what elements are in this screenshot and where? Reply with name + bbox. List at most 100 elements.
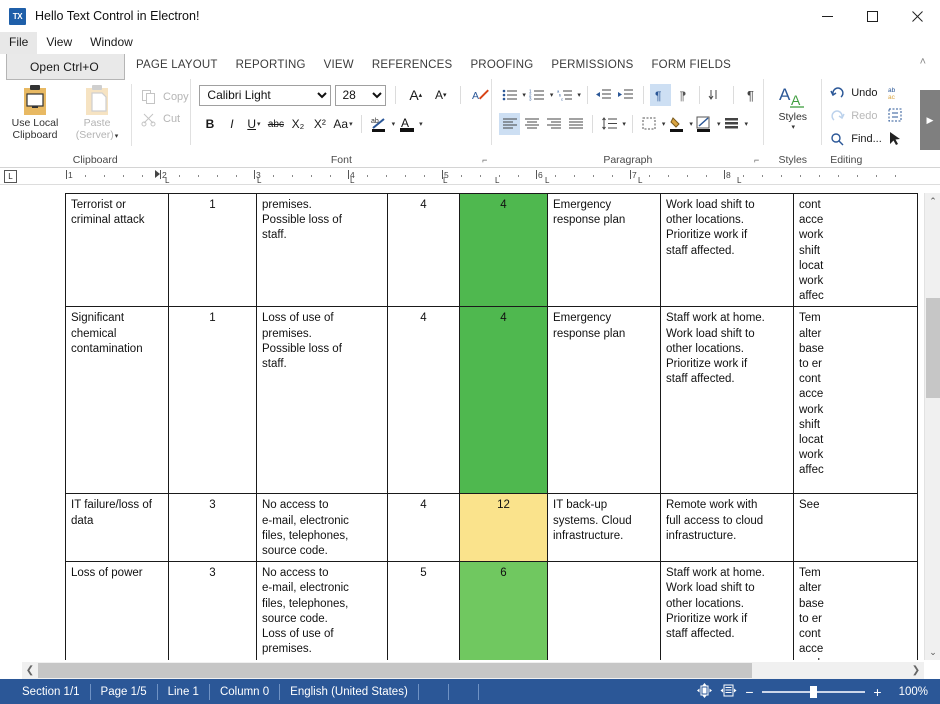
cell-severity[interactable]: 5	[387, 561, 460, 660]
font-size-select[interactable]: 28	[334, 84, 387, 106]
vertical-scrollbar-thumb[interactable]	[926, 298, 940, 398]
cell-severity[interactable]: 4	[387, 193, 460, 308]
numbered-list-button[interactable]: 123	[527, 84, 548, 106]
tab-stop-marker-icon[interactable]: L	[638, 177, 642, 185]
cell-recovery[interactable]: Staff work at home. Work load shift to o…	[660, 306, 794, 495]
increase-indent-button[interactable]	[616, 84, 637, 106]
cell-notes[interactable]: cont acce work shift locat work affec	[793, 193, 918, 308]
cut-button[interactable]: Cut	[141, 108, 189, 130]
align-left-button[interactable]	[499, 113, 521, 135]
chevron-down-icon[interactable]: ▾	[792, 123, 796, 131]
superscript-button[interactable]: X²	[309, 113, 330, 135]
zoom-slider[interactable]	[762, 685, 865, 698]
shrink-font-button[interactable]: A ▾	[430, 84, 451, 106]
cell-recovery[interactable]: Staff work at home. Work load shift to o…	[660, 561, 794, 660]
select-objects-button[interactable]	[888, 128, 905, 150]
cell-likelihood[interactable]: 1	[168, 193, 257, 308]
chevron-down-icon[interactable]: ▾	[550, 91, 554, 99]
italic-button[interactable]: I	[221, 113, 242, 135]
strikethrough-button[interactable]: abc	[265, 113, 286, 135]
cell-control[interactable]: Emergency response plan	[547, 306, 661, 495]
tab-stop-selector-icon[interactable]: L	[4, 170, 17, 183]
cell-hazard[interactable]: Loss of power	[65, 561, 169, 660]
cell-notes[interactable]: Tem alter base to er cont acce work shif…	[793, 561, 918, 660]
tab-stop-marker-icon[interactable]: L	[350, 177, 354, 185]
line-spacing-button[interactable]	[599, 113, 620, 135]
font-dialog-launcher-icon[interactable]: ⌐	[482, 155, 487, 165]
chevron-down-icon[interactable]: ▾	[522, 91, 526, 99]
subscript-button[interactable]: X₂	[287, 113, 308, 135]
text-highlight-color-button[interactable]: ab	[368, 113, 390, 135]
tab-form-fields[interactable]: FORM FIELDS	[642, 59, 740, 71]
bullet-list-button[interactable]	[499, 84, 520, 106]
undo-button[interactable]: Undo	[830, 82, 882, 104]
cell-recovery[interactable]: Remote work with full access to cloud in…	[660, 493, 794, 563]
replace-button[interactable]: ab ac	[888, 82, 905, 104]
menu-file[interactable]: File	[0, 32, 38, 54]
styles-button[interactable]: A A Styles ▾	[764, 76, 821, 131]
cell-recovery[interactable]: Work load shift to other locations. Prio…	[660, 193, 794, 308]
table-row[interactable]: Loss of power 3 No access to e-mail, ele…	[65, 561, 918, 660]
align-center-button[interactable]	[521, 113, 542, 135]
tab-stop-marker-icon[interactable]: L	[165, 177, 169, 185]
horizontal-scrollbar[interactable]: ❮ ❯	[22, 662, 924, 679]
align-right-button[interactable]	[543, 113, 564, 135]
underline-button[interactable]: U ▾	[243, 113, 264, 135]
font-color-button[interactable]: A	[396, 113, 417, 135]
ltr-text-direction-button[interactable]: ¶	[649, 84, 671, 106]
maximize-icon[interactable]	[850, 0, 895, 32]
vertical-scrollbar[interactable]: ⌃ ⌄	[924, 193, 940, 660]
editing-flyout-arrow-icon[interactable]: ▶	[920, 90, 940, 150]
redo-button[interactable]: Redo	[830, 105, 882, 127]
status-section[interactable]: Section 1/1	[12, 683, 91, 700]
tab-stop-marker-icon[interactable]: L	[737, 177, 741, 185]
cell-hazard[interactable]: IT failure/loss of data	[65, 493, 169, 563]
minimize-icon[interactable]	[805, 0, 850, 32]
cell-impact[interactable]: premises. Possible loss of staff.	[256, 193, 388, 308]
use-local-clipboard-button[interactable]: Use Local Clipboard	[4, 80, 66, 146]
table-row[interactable]: IT failure/loss of data 3 No access to e…	[65, 493, 918, 563]
tab-view[interactable]: VIEW	[315, 59, 363, 71]
grow-font-button[interactable]: A ▴	[405, 84, 426, 106]
cell-impact[interactable]: Loss of use of premises. Possible loss o…	[256, 306, 388, 495]
cell-control[interactable]: Emergency response plan	[547, 193, 661, 308]
cell-hazard[interactable]: Significant chemical contamination	[65, 306, 169, 495]
find-button[interactable]: Find...	[830, 128, 882, 150]
cell-likelihood[interactable]: 1	[168, 306, 257, 495]
font-name-select[interactable]: Calibri Light	[199, 84, 331, 106]
cell-notes[interactable]: Tem alter base to er cont acce work shif…	[793, 306, 918, 495]
horizontal-ruler[interactable]: L 1 2 3 4 5 6 7 8 L L L L L L L L	[0, 168, 940, 185]
horizontal-scrollbar-thumb[interactable]	[38, 663, 752, 678]
status-extra-1[interactable]	[419, 683, 449, 700]
cell-likelihood[interactable]: 3	[168, 493, 257, 563]
status-page[interactable]: Page 1/5	[91, 683, 158, 700]
cell-severity[interactable]: 4	[387, 306, 460, 495]
chevron-down-icon[interactable]: ▾	[717, 120, 721, 128]
document-canvas[interactable]: Terrorist or criminal attack 1 premises.…	[0, 193, 940, 660]
show-formatting-marks-button[interactable]: ¶	[740, 84, 761, 106]
cell-notes[interactable]: See	[793, 493, 918, 563]
zoom-level-label[interactable]: 100%	[890, 686, 928, 698]
cell-control[interactable]	[547, 561, 661, 660]
cell-impact[interactable]: No access to e-mail, electronic files, t…	[256, 561, 388, 660]
chevron-down-icon[interactable]: ▾	[622, 120, 626, 128]
tab-references[interactable]: REFERENCES	[363, 59, 462, 71]
zoom-out-button[interactable]: −	[744, 684, 755, 700]
select-all-button[interactable]	[888, 105, 905, 127]
menu-window[interactable]: Window	[81, 32, 142, 54]
cell-risk-score[interactable]: 4	[459, 306, 548, 495]
chevron-down-icon[interactable]: ▾	[257, 120, 261, 128]
chevron-down-icon[interactable]: ▾	[744, 120, 748, 128]
table-row[interactable]: Terrorist or criminal attack 1 premises.…	[65, 193, 918, 308]
zoom-in-button[interactable]: +	[872, 684, 883, 700]
paragraph-background-button[interactable]	[721, 113, 742, 135]
borders-button[interactable]	[639, 113, 660, 135]
tab-reporting[interactable]: REPORTING	[227, 59, 315, 71]
chevron-down-icon[interactable]: ▾	[419, 120, 423, 128]
multilevel-list-button[interactable]: abc	[554, 84, 575, 106]
status-extra-2[interactable]	[449, 683, 479, 700]
scroll-left-icon[interactable]: ❮	[22, 662, 38, 679]
paragraph-dialog-launcher-icon[interactable]: ⌐	[754, 155, 759, 165]
tab-stop-marker-icon[interactable]: L	[443, 177, 447, 185]
justify-button[interactable]	[565, 113, 586, 135]
